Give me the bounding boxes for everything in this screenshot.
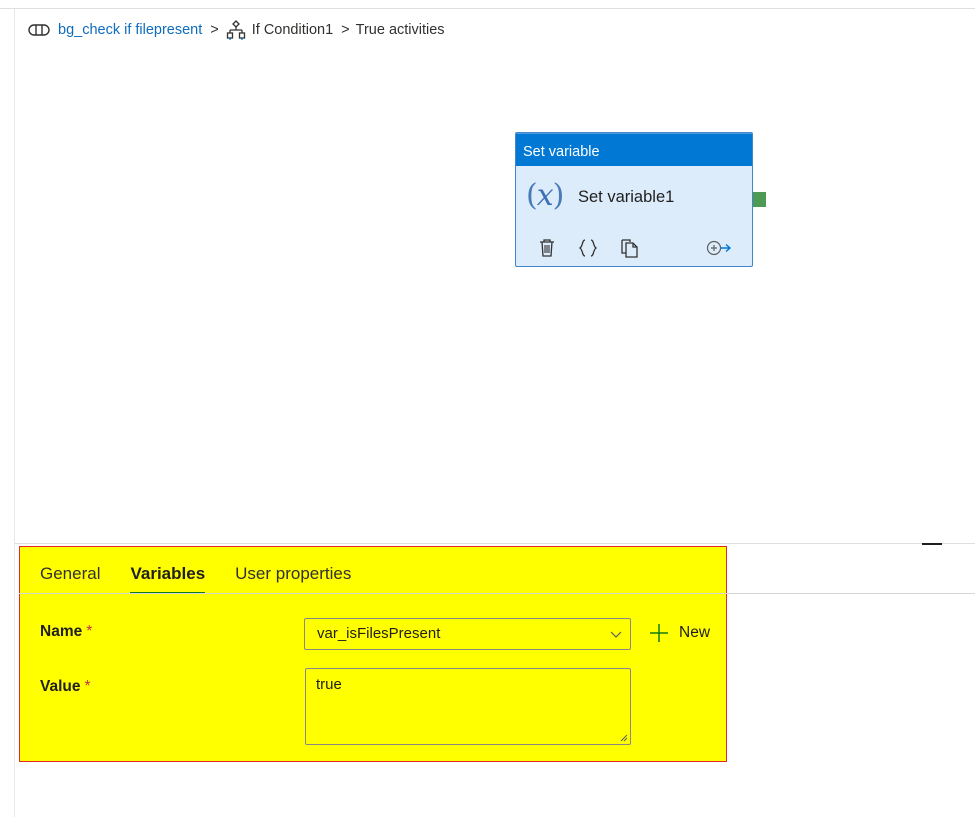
new-button-label: New	[679, 624, 711, 641]
variable-value-text: true	[316, 676, 342, 693]
activity-toolbar	[536, 236, 736, 260]
copy-icon[interactable]	[619, 236, 641, 260]
variable-value-textarea[interactable]: true	[305, 668, 631, 745]
required-marker: *	[86, 623, 93, 640]
add-output-icon[interactable]	[706, 236, 732, 260]
name-label: Name *	[40, 623, 93, 640]
left-border	[14, 9, 15, 817]
breadcrumb-current: True activities	[355, 22, 445, 38]
chevron-down-icon	[610, 631, 622, 638]
set-variable-activity[interactable]: Set variable (x) Set variable1	[515, 132, 753, 267]
variable-x-icon: (x)	[526, 178, 564, 213]
value-label: Value *	[40, 678, 91, 695]
required-marker: *	[84, 678, 91, 695]
properties-panel: General Variables User properties Name * …	[19, 546, 975, 762]
delete-icon[interactable]	[536, 236, 558, 260]
variable-name-dropdown[interactable]: var_isFilesPresent	[304, 618, 631, 650]
activity-type-header: Set variable	[516, 133, 752, 166]
resize-grip-icon[interactable]	[618, 732, 628, 742]
tab-general[interactable]: General	[40, 563, 100, 594]
breadcrumb-separator: >	[210, 22, 219, 38]
breadcrumb-pipeline-link[interactable]: bg_check if filepresent	[58, 22, 202, 38]
code-icon[interactable]	[577, 236, 599, 260]
variable-name-value: var_isFilesPresent	[317, 625, 441, 642]
tabs-divider	[19, 593, 975, 594]
plus-icon	[650, 624, 668, 642]
if-condition-icon	[225, 19, 247, 41]
breadcrumb-activity-link[interactable]: If Condition1	[252, 22, 333, 38]
minimize-icon[interactable]	[922, 543, 942, 545]
tab-user-properties[interactable]: User properties	[235, 563, 351, 594]
top-border	[0, 8, 975, 9]
panel-splitter[interactable]	[15, 543, 975, 544]
pipeline-icon	[28, 23, 50, 37]
breadcrumb: bg_check if filepresent > If Condition1 …	[28, 18, 445, 42]
properties-tabs: General Variables User properties	[40, 563, 381, 595]
new-variable-button[interactable]: New	[648, 621, 710, 645]
breadcrumb-separator: >	[341, 22, 350, 38]
tab-variables[interactable]: Variables	[130, 563, 205, 594]
activity-name: Set variable1	[578, 188, 675, 206]
success-output-handle[interactable]	[753, 192, 766, 207]
